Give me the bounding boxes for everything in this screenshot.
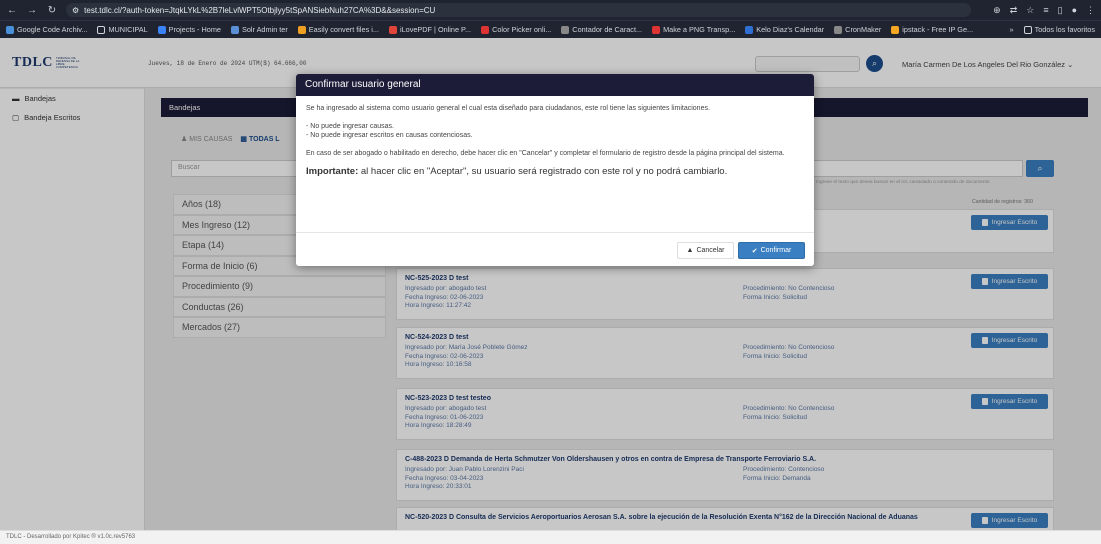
confirm-general-user-dialog: Confirmar usuario general Se ha ingresad… [296, 74, 814, 266]
bookmark-icon [561, 25, 570, 34]
bookmarks-bar: Google Code Archiv... MUNICIPAL Projects… [0, 20, 1101, 38]
bookmark-municipal[interactable]: MUNICIPAL [97, 25, 148, 34]
bookmark-icon [157, 25, 166, 34]
dialog-title: Confirmar usuario general [296, 74, 814, 96]
bookmark-projects[interactable]: Projects - Home [157, 25, 221, 34]
address-bar[interactable]: ⚙ test.tdlc.cl/?auth-token=JtqkLYkL%2B7l… [66, 3, 971, 17]
bookmark-icon [891, 25, 900, 34]
dialog-instructions: En caso de ser abogado o habilitado en d… [306, 149, 785, 157]
dialog-important: Importante: al hacer clic en "Aceptar", … [306, 166, 728, 177]
bookmark-color-picker[interactable]: Color Picker onli... [481, 25, 551, 34]
bookmark-calendar[interactable]: Kelo Diaz's Calendar [745, 25, 824, 34]
list-icon[interactable]: ≡ [1043, 5, 1048, 16]
bookmark-solr[interactable]: Solr Admin ter [230, 25, 288, 34]
bookmark-icon [297, 25, 306, 34]
menu-icon[interactable]: ⋮ [1086, 5, 1095, 16]
folder-icon [1023, 25, 1032, 34]
profile-icon[interactable]: ● [1072, 5, 1077, 16]
dialog-body: Se ha ingresado al sistema como usuario … [296, 96, 814, 178]
sidepanel-icon[interactable]: ▯ [1058, 5, 1063, 16]
dialog-intro: Se ha ingresado al sistema como usuario … [306, 105, 710, 112]
bookmark-icon [745, 25, 754, 34]
bookmarks-more-button[interactable]: » [1010, 25, 1014, 34]
forward-icon[interactable]: → [26, 5, 38, 16]
bookmark-google-code[interactable]: Google Code Archiv... [6, 25, 87, 34]
bookmark-icon [388, 25, 397, 34]
footer: TDLC - Desarrollado por Kpitec ® v1.0c.r… [0, 530, 1101, 544]
bookmark-icon [230, 25, 239, 34]
extension-icon[interactable]: ⊕ [993, 5, 1001, 16]
url-text: test.tdlc.cl/?auth-token=JtqkLYkL%2B7leL… [84, 5, 436, 15]
back-icon[interactable]: ← [6, 5, 18, 16]
limitation-1: - No puede ingresar causas. [306, 122, 394, 130]
limitation-2: - No puede ingresar escritos en causas c… [306, 132, 473, 139]
star-icon[interactable]: ☆ [1026, 5, 1034, 16]
translate-icon[interactable]: ⇄ [1010, 5, 1018, 16]
bookmark-ipstack[interactable]: ipstack - Free IP Ge... [891, 25, 973, 34]
bookmark-ilovepdf[interactable]: iLovePDF | Online P... [388, 25, 471, 34]
cancel-button[interactable]: ▲ Cancelar [677, 242, 734, 259]
check-icon: ✔ [751, 247, 758, 255]
bookmark-icon [652, 25, 661, 34]
warning-icon: ▲ [686, 247, 694, 254]
reload-icon[interactable]: ↻ [46, 5, 58, 16]
bookmark-contador[interactable]: Contador de Caract... [561, 25, 642, 34]
all-bookmarks-folder[interactable]: Todos los favoritos [1023, 25, 1095, 34]
browser-toolbar: ← → ↻ ⚙ test.tdlc.cl/?auth-token=JtqkLYk… [0, 0, 1101, 20]
bookmark-png[interactable]: Make a PNG Transp... [652, 25, 735, 34]
site-info-icon[interactable]: ⚙ [72, 6, 79, 15]
dialog-footer: ▲ Cancelar ✔ Confirmar [296, 232, 814, 266]
bookmark-icon [481, 25, 490, 34]
bookmark-icon [834, 25, 843, 34]
confirm-button[interactable]: ✔ Confirmar [738, 242, 805, 259]
bookmark-cronmaker[interactable]: CronMaker [834, 25, 881, 34]
bookmark-icon [6, 25, 14, 34]
folder-icon [97, 25, 106, 34]
bookmark-convert[interactable]: Easily convert files i... [297, 25, 379, 34]
